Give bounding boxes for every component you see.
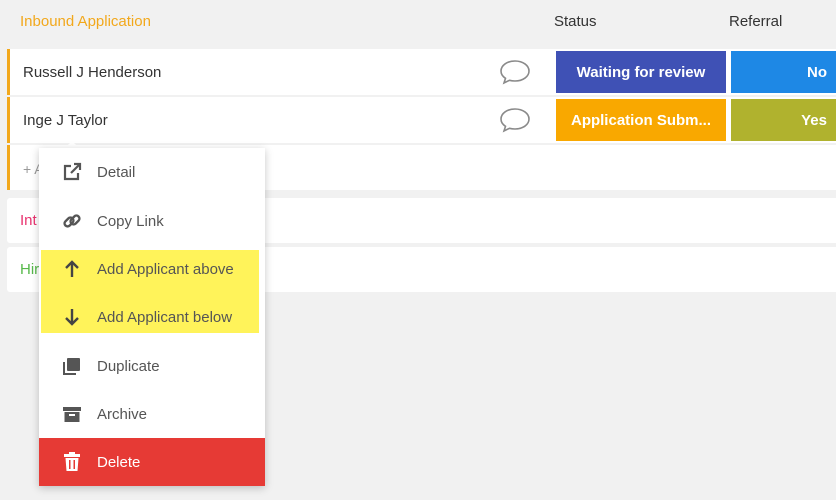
menu-item-add-above[interactable]: Add Applicant above — [39, 245, 265, 293]
status-cell[interactable]: Application Subm... — [556, 99, 726, 141]
menu-item-delete[interactable]: Delete — [39, 438, 265, 486]
external-link-icon — [61, 161, 83, 183]
group-label[interactable]: Int — [20, 212, 37, 229]
menu-item-archive[interactable]: Archive — [39, 390, 265, 438]
column-header-status[interactable]: Status — [554, 13, 597, 30]
duplicate-icon — [61, 355, 83, 377]
comment-icon[interactable] — [499, 107, 531, 133]
menu-item-label: Delete — [97, 453, 141, 471]
arrow-down-icon — [61, 306, 83, 328]
menu-item-label: Archive — [97, 405, 148, 423]
group-title[interactable]: Inbound Application — [20, 13, 151, 30]
link-icon — [61, 210, 83, 232]
arrow-up-icon — [61, 258, 83, 280]
applicant-name[interactable]: Russell J Henderson — [23, 64, 161, 81]
menu-item-label: Copy Link — [97, 212, 164, 230]
menu-item-label: Add Applicant above — [97, 260, 234, 278]
column-header-referral[interactable]: Referral — [729, 13, 782, 30]
applicant-name[interactable]: Inge J Taylor — [23, 112, 108, 129]
trash-icon — [61, 451, 83, 473]
menu-item-add-below[interactable]: Add Applicant below — [39, 293, 265, 341]
table-row[interactable]: Inge J Taylor Application Subm... Yes — [7, 97, 836, 143]
menu-item-detail[interactable]: Detail — [39, 148, 265, 196]
status-cell[interactable]: Waiting for review — [556, 51, 726, 93]
menu-item-label: Add Applicant below — [97, 308, 233, 326]
comment-icon[interactable] — [499, 59, 531, 85]
referral-cell[interactable]: Yes — [731, 99, 836, 141]
archive-icon — [61, 403, 83, 425]
referral-cell[interactable]: No — [731, 51, 836, 93]
menu-item-duplicate[interactable]: Duplicate — [39, 342, 265, 390]
menu-item-label: Detail — [97, 163, 136, 181]
table-row[interactable]: Russell J Henderson Waiting for review N… — [7, 49, 836, 95]
menu-item-copy-link[interactable]: Copy Link — [39, 197, 265, 245]
group-label[interactable]: Hir — [20, 261, 39, 278]
menu-item-label: Duplicate — [97, 357, 160, 375]
